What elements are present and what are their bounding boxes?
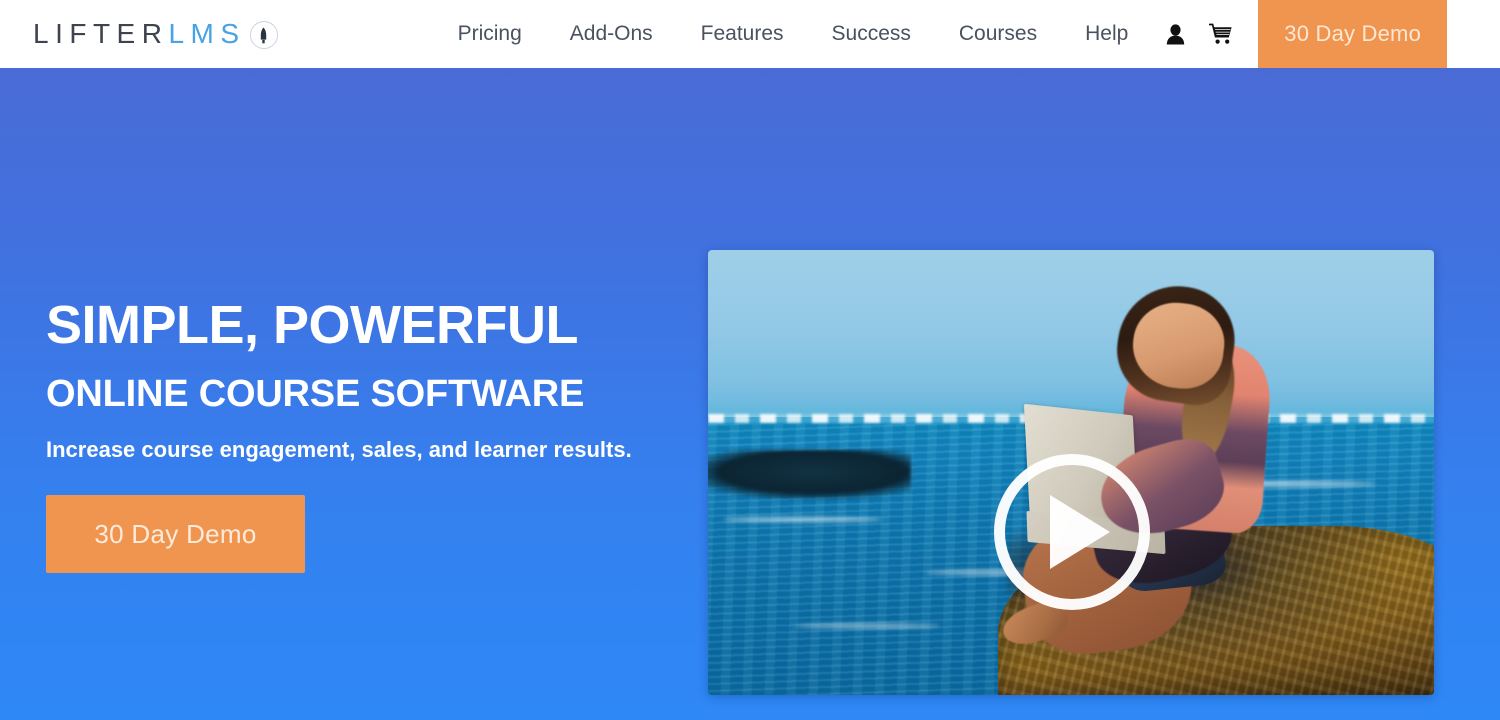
site-logo[interactable]: LIFTER LMS xyxy=(0,0,278,68)
main-navigation: Pricing Add-Ons Features Success Courses… xyxy=(278,0,1500,68)
video-background-rock xyxy=(708,450,912,500)
play-triangle xyxy=(1049,495,1110,570)
nav-item-courses[interactable]: Courses xyxy=(935,0,1061,68)
site-header: LIFTER LMS Pricing Add-Ons Features Succ… xyxy=(0,0,1500,68)
hero-tagline: Increase course engagement, sales, and l… xyxy=(46,436,632,462)
nav-item-success[interactable]: Success xyxy=(808,0,935,68)
play-icon[interactable] xyxy=(993,454,1150,611)
hero-video-player[interactable] xyxy=(708,250,1434,695)
nav-list: Pricing Add-Ons Features Success Courses… xyxy=(434,0,1153,68)
logo-text-lifter: LIFTER xyxy=(33,18,169,49)
nav-item-add-ons[interactable]: Add-Ons xyxy=(546,0,677,68)
video-wave-crest xyxy=(795,623,941,628)
landing-page: LIFTER LMS Pricing Add-Ons Features Succ… xyxy=(0,0,1500,720)
shopping-cart-icon[interactable] xyxy=(1198,0,1244,68)
video-sky xyxy=(708,250,1434,417)
nav-item-pricing[interactable]: Pricing xyxy=(434,0,546,68)
nav-item-features[interactable]: Features xyxy=(677,0,808,68)
logo-text-lms: LMS xyxy=(168,18,246,49)
video-wave-crest xyxy=(722,517,883,522)
nav-item-help[interactable]: Help xyxy=(1061,0,1152,68)
header-demo-button[interactable]: 30 Day Demo xyxy=(1258,0,1447,68)
hero-section: SIMPLE, POWERFUL ONLINE COURSE SOFTWARE … xyxy=(0,68,1500,720)
hero-headline-secondary: ONLINE COURSE SOFTWARE xyxy=(46,373,585,416)
hero-headline-primary: SIMPLE, POWERFUL xyxy=(46,295,579,355)
rocket-icon xyxy=(249,21,278,49)
user-icon[interactable] xyxy=(1152,0,1198,68)
hero-demo-button[interactable]: 30 Day Demo xyxy=(46,495,305,574)
hero-copy: SIMPLE, POWERFUL ONLINE COURSE SOFTWARE … xyxy=(46,295,666,574)
logo-wordmark: LIFTER LMS xyxy=(33,18,278,49)
